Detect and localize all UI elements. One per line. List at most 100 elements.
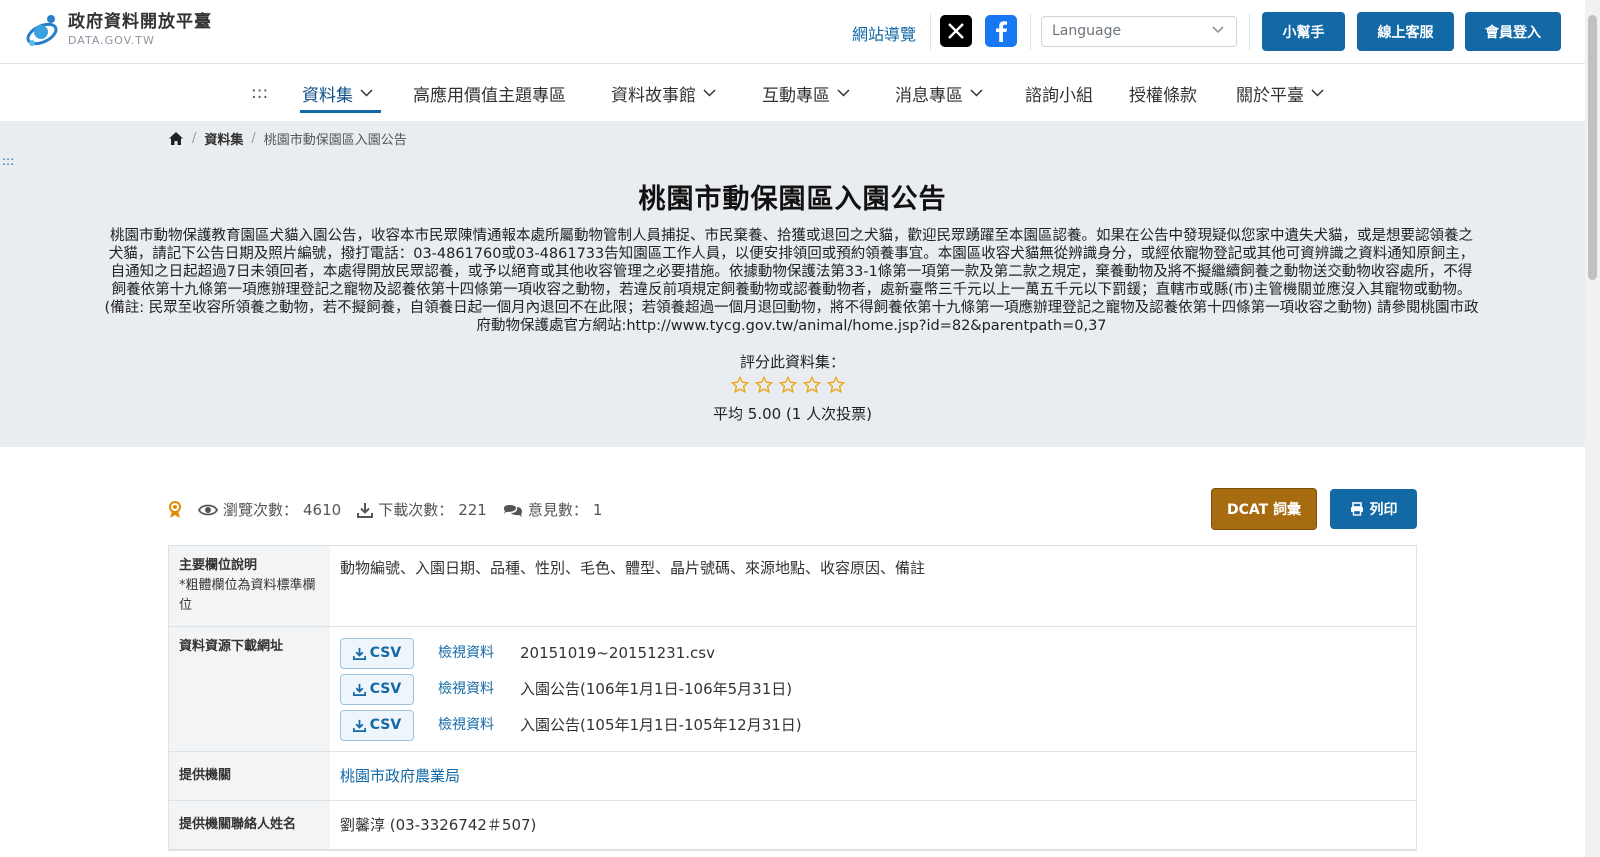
views-count: 4610 — [303, 500, 342, 519]
view-data-link[interactable]: 檢視資料 — [438, 679, 520, 699]
nav-item-label: 關於平臺 — [1236, 85, 1304, 106]
nav-item-stories[interactable]: 資料故事館 — [611, 81, 716, 106]
star-icon[interactable] — [755, 376, 773, 394]
star-icon[interactable] — [803, 376, 821, 394]
comments-count: 1 — [592, 500, 603, 519]
csv-download-button[interactable]: CSV — [340, 709, 414, 741]
chevron-down-icon — [1311, 89, 1324, 97]
resource-name: 20151019~20151231.csv — [520, 644, 715, 662]
dcat-button[interactable]: DCAT 詞彙 — [1211, 488, 1317, 530]
scrollbar-thumb[interactable] — [1588, 15, 1597, 280]
download-icon — [352, 647, 366, 660]
dataset-stats: 瀏覽次數： 4610 下載次數： 221 意見數： 1 — [168, 499, 618, 520]
language-select-value: Language — [1052, 23, 1122, 39]
active-tab-indicator — [300, 110, 381, 113]
main-nav: ::: 資料集 高應用價值主題專區 資料故事館 互動專區 消息專區 諮詢小組 授… — [0, 64, 1585, 121]
list-item: CSV 檢視資料 20151019~20151231.csv — [340, 635, 1406, 671]
resources-label: 資料資源下載網址 — [169, 627, 330, 751]
chevron-down-icon — [703, 89, 716, 97]
nav-item-news[interactable]: 消息專區 — [895, 81, 983, 106]
row-header: 主要欄位說明 *粗體欄位為資料標準欄位 — [169, 546, 330, 626]
format-label: CSV — [369, 645, 402, 661]
nav-item-label: 消息專區 — [895, 85, 963, 106]
site-logo[interactable]: 政府資料開放平臺 DATA.GOV.TW — [22, 10, 212, 50]
contact-value: 劉馨淳 (03-3326742＃507) — [340, 816, 537, 834]
resource-name: 入園公告(105年1月1日-105年12月31日) — [520, 716, 802, 734]
provider-link[interactable]: 桃園市政府農業局 — [340, 767, 460, 785]
table-row: 資料資源下載網址 CSV 檢視資料 20151019~20151231.csv … — [169, 627, 1416, 752]
star-icon[interactable] — [779, 376, 797, 394]
online-service-button[interactable]: 線上客服 — [1357, 12, 1454, 51]
list-item: CSV 檢視資料 入園公告(105年1月1日-105年12月31日) — [340, 707, 1406, 743]
divider — [1030, 14, 1031, 50]
page-scrollbar[interactable] — [1585, 0, 1600, 857]
chevron-down-icon — [360, 89, 373, 97]
nav-item-high-value[interactable]: 高應用價值主題專區 — [413, 81, 566, 106]
view-data-link[interactable]: 檢視資料 — [438, 643, 520, 663]
csv-download-button[interactable]: CSV — [340, 637, 414, 669]
eye-icon — [198, 504, 218, 515]
nav-item-datasets[interactable]: 資料集 — [302, 81, 373, 106]
format-label: CSV — [369, 681, 402, 697]
view-data-link[interactable]: 檢視資料 — [438, 715, 520, 735]
star-icon[interactable] — [827, 376, 845, 394]
download-icon — [357, 502, 374, 518]
format-label: CSV — [369, 717, 402, 733]
comments-icon — [503, 504, 522, 517]
accesskey-menu[interactable]: ::: — [251, 81, 268, 105]
views-label: 瀏覽次數： — [223, 501, 299, 519]
chevron-down-icon — [970, 89, 983, 97]
fields-value: 動物編號、入園日期、品種、性別、毛色、體型、晶片號碼、來源地點、收容原因、備註 — [340, 559, 926, 577]
nav-item-label: 資料集 — [302, 85, 353, 106]
chevron-down-icon — [1212, 26, 1224, 34]
home-icon[interactable] — [168, 131, 184, 146]
nav-item-label: 資料故事館 — [611, 85, 696, 106]
fields-note: *粗體欄位為資料標準欄位 — [179, 578, 316, 613]
facebook-icon[interactable] — [985, 15, 1017, 47]
table-row: 提供機關 桃園市政府農業局 — [169, 752, 1416, 801]
downloads-stat: 下載次數： 221 — [357, 499, 487, 520]
nav-item-label: 授權條款 — [1129, 85, 1197, 106]
resources-list: CSV 檢視資料 20151019~20151231.csv CSV 檢視資料 … — [330, 627, 1416, 751]
contact-label: 提供機關聯絡人姓名 — [169, 801, 330, 849]
fields-label: 主要欄位說明 — [179, 558, 258, 573]
csv-download-button[interactable]: CSV — [340, 673, 414, 705]
provider-label: 提供機關 — [169, 752, 330, 800]
print-label: 列印 — [1369, 502, 1398, 518]
badge-icon — [168, 500, 182, 519]
breadcrumb: / 資料集 / 桃園市動保園區入園公告 — [168, 129, 407, 148]
nav-item-interactive[interactable]: 互動專區 — [762, 81, 850, 106]
dataset-info-table: 主要欄位說明 *粗體欄位為資料標準欄位 動物編號、入園日期、品種、性別、毛色、體… — [168, 545, 1417, 851]
divider — [1249, 14, 1250, 50]
download-icon — [352, 719, 366, 732]
downloads-count: 221 — [458, 500, 487, 519]
logo-subtitle: DATA.GOV.TW — [68, 34, 155, 47]
accesskey-content[interactable]: ::: — [2, 154, 14, 168]
nav-item-label: 互動專區 — [762, 85, 830, 106]
nav-item-label: 高應用價值主題專區 — [413, 85, 566, 106]
rating-label: 評分此資料集： — [739, 353, 845, 371]
nav-item-advisory[interactable]: 諮詢小組 — [1025, 81, 1093, 106]
download-icon — [352, 683, 366, 696]
print-button[interactable]: 列印 — [1330, 489, 1417, 529]
rating-stars[interactable] — [731, 376, 845, 394]
sitemap-link[interactable]: 網站導覽 — [852, 21, 916, 45]
logo-title: 政府資料開放平臺 — [68, 12, 212, 32]
page-title: 桃園市動保園區入園公告 — [638, 184, 947, 215]
breadcrumb-current: 桃園市動保園區入園公告 — [263, 133, 407, 148]
helper-button[interactable]: 小幫手 — [1262, 12, 1345, 51]
comments-label: 意見數： — [527, 501, 588, 519]
chevron-down-icon — [837, 89, 850, 97]
nav-item-license[interactable]: 授權條款 — [1129, 81, 1197, 106]
site-header: 政府資料開放平臺 DATA.GOV.TW 網站導覽 Language 小幫手 線… — [0, 0, 1585, 64]
rating-average: 平均 5.00 (1 人次投票) — [713, 405, 872, 423]
language-select[interactable]: Language — [1041, 16, 1237, 47]
breadcrumb-datasets[interactable]: 資料集 — [204, 129, 243, 148]
table-row: 提供機關聯絡人姓名 劉馨淳 (03-3326742＃507) — [169, 801, 1416, 850]
star-icon[interactable] — [731, 376, 749, 394]
print-icon — [1350, 502, 1363, 516]
nav-item-about[interactable]: 關於平臺 — [1236, 81, 1324, 106]
nav-item-label: 諮詢小組 — [1025, 85, 1093, 106]
x-icon[interactable] — [940, 15, 972, 47]
member-login-button[interactable]: 會員登入 — [1465, 12, 1561, 51]
